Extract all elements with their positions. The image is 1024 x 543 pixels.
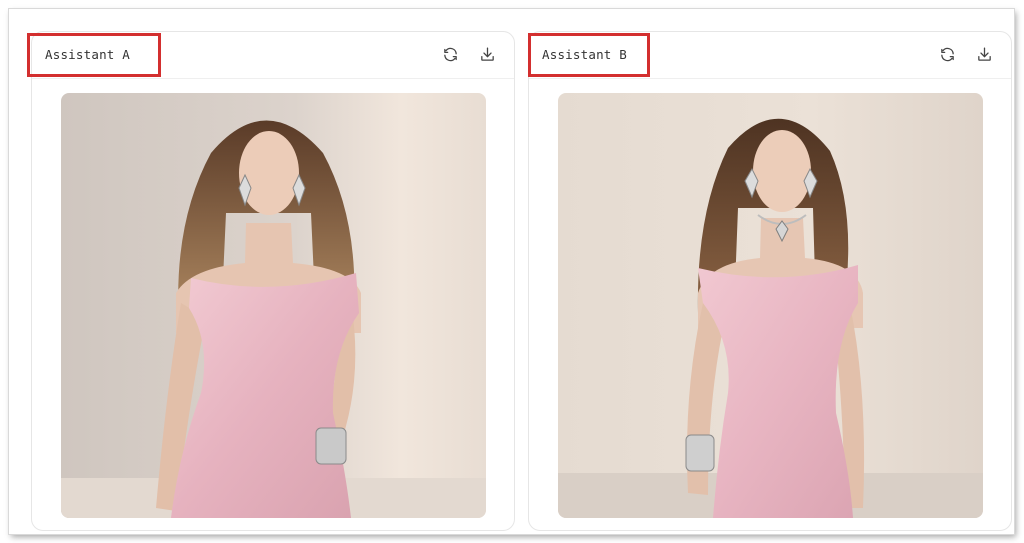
assistant-b-panel: Assistant B — [528, 31, 1012, 531]
panel-actions — [937, 44, 994, 64]
download-icon — [480, 46, 494, 61]
regenerate-button[interactable] — [440, 44, 460, 64]
regenerate-button[interactable] — [937, 44, 957, 64]
download-icon — [977, 46, 991, 61]
fashion-photo-b — [558, 93, 983, 518]
download-button[interactable] — [477, 44, 497, 64]
fashion-photo-a — [61, 93, 486, 518]
generated-image[interactable] — [558, 93, 983, 518]
generated-image[interactable] — [61, 93, 486, 518]
highlight-box-b — [528, 33, 650, 77]
refresh-icon — [443, 47, 457, 61]
refresh-icon — [940, 47, 954, 61]
highlight-box-a — [27, 33, 161, 77]
download-button[interactable] — [974, 44, 994, 64]
screenshot-frame: Assistant A Assistant B — [9, 9, 1014, 534]
panel-actions — [440, 44, 497, 64]
assistant-a-panel: Assistant A — [31, 31, 515, 531]
